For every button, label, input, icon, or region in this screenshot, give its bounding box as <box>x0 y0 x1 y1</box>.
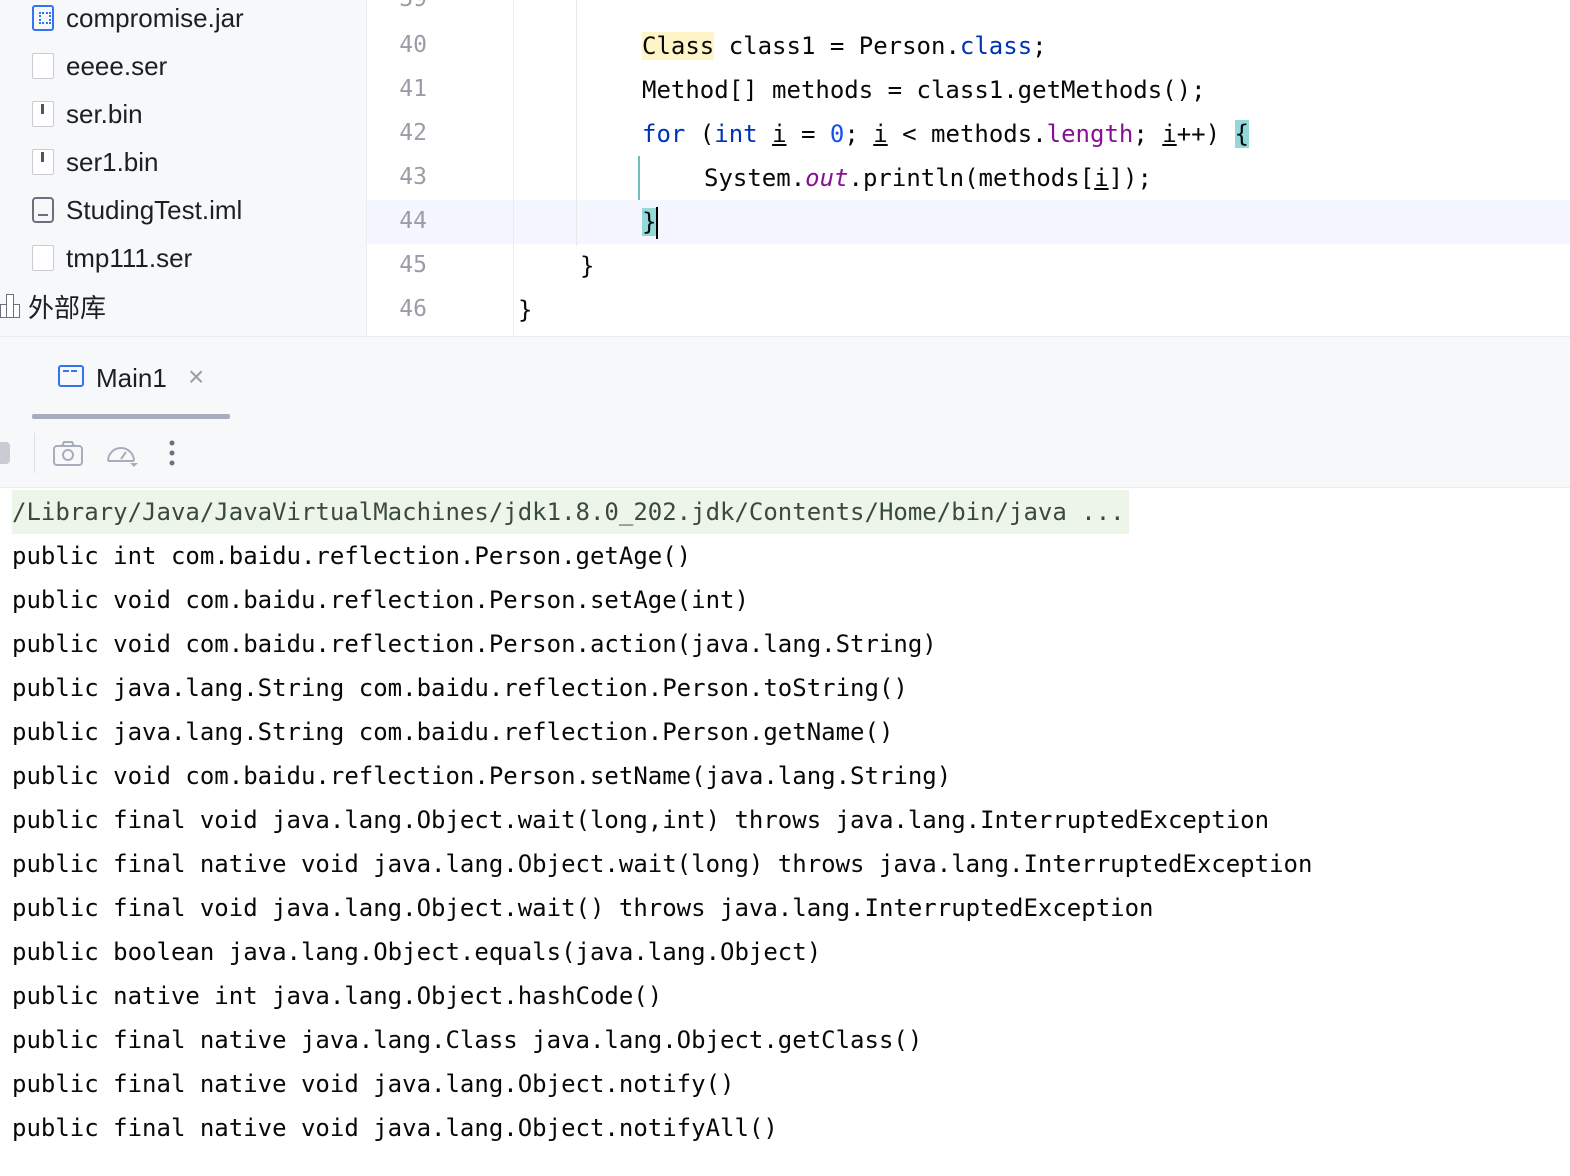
code-token-static-field: out <box>805 164 849 192</box>
code-token-keyword: for <box>642 120 686 148</box>
line-number: 42 <box>399 120 427 146</box>
code-token-field: length <box>1046 120 1134 148</box>
code-token: class1 = Person. <box>714 32 960 60</box>
line-number: 43 <box>399 164 427 190</box>
code-token-variable: i <box>1162 120 1177 148</box>
code-token: ]); <box>1108 164 1152 192</box>
close-icon[interactable]: × <box>188 361 204 393</box>
tree-item-label: tmp111.ser <box>66 242 193 273</box>
console-command-line[interactable]: /Library/Java/JavaVirtualMachines/jdk1.8… <box>12 490 1129 534</box>
line-number-gutter: 39 40 41 42 43 44 45 46 <box>367 0 514 336</box>
code-token: ; <box>844 120 874 148</box>
code-token-number: 0 <box>829 120 845 148</box>
run-configuration-icon <box>58 365 84 387</box>
code-line-40: Class class1 = Person.class; <box>642 24 1047 68</box>
code-token: ; <box>1032 32 1047 60</box>
tree-item-studingtest-iml[interactable]: StudingTest.iml <box>0 186 366 234</box>
line-number: 46 <box>399 296 427 322</box>
code-token: ( <box>685 120 715 148</box>
tree-item-tmp111-ser[interactable]: tmp111.ser <box>0 234 366 282</box>
line-number: 45 <box>399 252 427 278</box>
line-number: 41 <box>399 76 427 102</box>
code-editor[interactable]: 39 40 41 42 43 44 45 46 Class class1 = P… <box>367 0 1570 336</box>
run-tab-main1[interactable]: Main1 × <box>32 337 230 419</box>
tree-item-label: eeee.ser <box>66 50 168 81</box>
code-token: ++) <box>1176 120 1235 148</box>
tree-item-eeee-ser[interactable]: eeee.ser <box>0 42 366 90</box>
jar-icon <box>32 5 54 31</box>
code-token: ; <box>1133 120 1163 148</box>
tree-item-label: 外部库 <box>28 292 107 323</box>
code-token-variable: i <box>873 120 888 148</box>
tree-item-ser1-bin[interactable]: ser1.bin <box>0 138 366 186</box>
indent-guide-active <box>638 156 640 200</box>
tree-item-label: ser.bin <box>66 98 143 129</box>
code-line-43: System.out.println(methods[i]); <box>704 156 1152 200</box>
console-line: public final void java.lang.Object.wait(… <box>12 806 1270 834</box>
run-tool-window-header: Main1 × <box>0 336 1570 420</box>
console-line: public int com.baidu.reflection.Person.g… <box>12 542 692 570</box>
code-line-42: for (int i = 0; i < methods.length; i++)… <box>642 112 1249 156</box>
console-output[interactable]: /Library/Java/JavaVirtualMachines/jdk1.8… <box>0 488 1570 1176</box>
code-token-type: Class <box>642 32 715 60</box>
tree-item-ser-bin[interactable]: ser.bin <box>0 90 366 138</box>
tree-item-external-libraries[interactable]: 外部库 <box>0 282 366 330</box>
run-toolbar <box>0 419 1570 488</box>
console-line: public java.lang.String com.baidu.reflec… <box>12 718 894 746</box>
project-tree-panel: compromise.jar eeee.ser ser.bin ser1.bin… <box>0 0 367 336</box>
current-line-highlight <box>367 200 1570 244</box>
code-token-variable: i <box>772 120 787 148</box>
text-cursor <box>656 207 659 239</box>
console-line: public void com.baidu.reflection.Person.… <box>12 630 937 658</box>
console-line: public final native void java.lang.Objec… <box>12 1114 778 1142</box>
tree-item-label: StudingTest.iml <box>66 194 243 225</box>
console-line: public java.lang.String com.baidu.reflec… <box>12 674 908 702</box>
console-line: public final native java.lang.Class java… <box>12 1026 923 1054</box>
console-line: public void com.baidu.reflection.Person.… <box>12 762 952 790</box>
file-icon <box>32 245 54 271</box>
code-token: = <box>786 120 830 148</box>
profiler-gauge-icon[interactable] <box>104 437 138 469</box>
file-icon <box>32 53 54 79</box>
code-token-variable: i <box>1094 164 1109 192</box>
toolbar-separator <box>34 433 35 473</box>
binary-file-icon <box>32 101 54 127</box>
code-token: < methods. <box>887 120 1047 148</box>
console-line: public final native void java.lang.Objec… <box>12 850 1313 878</box>
console-line: public final void java.lang.Object.wait(… <box>12 894 1154 922</box>
code-token: System. <box>704 164 806 192</box>
matched-brace: { <box>1234 120 1249 148</box>
indent-guide <box>576 0 577 246</box>
code-line-46: } <box>518 296 533 324</box>
tree-item-label: compromise.jar <box>66 2 244 33</box>
line-number: 44 <box>399 208 427 234</box>
code-token-keyword: class <box>959 32 1033 60</box>
binary-file-icon <box>32 149 54 175</box>
stop-button[interactable] <box>0 441 12 465</box>
console-line: public boolean java.lang.Object.equals(j… <box>12 938 822 966</box>
code-line-44: } <box>642 200 659 244</box>
line-number: 40 <box>399 32 427 58</box>
tree-item-label: ser1.bin <box>66 146 159 177</box>
console-line: public native int java.lang.Object.hashC… <box>12 982 663 1010</box>
console-line: public final native void java.lang.Objec… <box>12 1070 735 1098</box>
module-file-icon <box>32 197 54 223</box>
line-number: 39 <box>367 0 427 12</box>
code-token: .println(methods[ <box>848 164 1095 192</box>
more-options-icon[interactable] <box>160 437 184 469</box>
code-line-45: } <box>580 252 595 280</box>
console-line: public void com.baidu.reflection.Person.… <box>12 586 749 614</box>
library-icon <box>0 294 20 318</box>
code-token-keyword: int <box>714 120 758 148</box>
run-tab-label: Main1 <box>96 363 167 393</box>
code-line-41: Method[] methods = class1.getMethods(); <box>642 76 1206 104</box>
tree-item-compromise-jar[interactable]: compromise.jar <box>0 0 366 42</box>
matched-brace: } <box>642 208 657 236</box>
camera-icon[interactable] <box>52 437 84 469</box>
